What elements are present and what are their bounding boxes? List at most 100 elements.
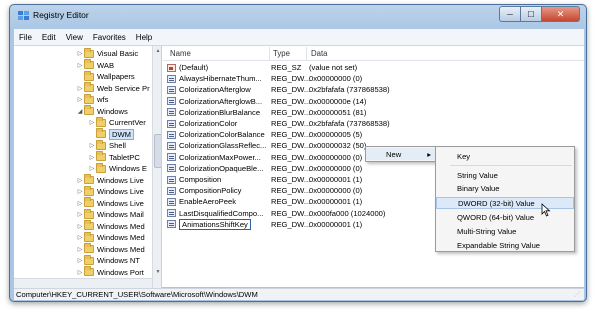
tree-item-label: DWM bbox=[109, 128, 134, 140]
folder-icon bbox=[84, 243, 94, 254]
tree-horizontal-scrollbar[interactable] bbox=[14, 278, 152, 288]
submenu-item[interactable]: Binary Value bbox=[436, 182, 574, 194]
rename-value-input[interactable]: AnimationsShiftKey bbox=[179, 218, 251, 230]
value-row[interactable]: ColorizationAfterglow REG_DW... 0x2bfafafa… bbox=[163, 84, 584, 95]
folder-icon bbox=[84, 185, 94, 196]
value-data-cell: 0x00000000 (0) bbox=[309, 186, 363, 196]
tree-item[interactable]: ▷ Windows Live bbox=[76, 197, 144, 210]
tree-item[interactable]: ▷ Windows Med bbox=[76, 231, 145, 244]
expander-icon[interactable]: ▷ bbox=[88, 119, 96, 126]
value-row[interactable]: (Default) REG_SZ (value not set) bbox=[163, 62, 584, 73]
expander-icon[interactable]: ▷ bbox=[76, 246, 84, 253]
expander-icon[interactable]: ▷ bbox=[76, 223, 84, 230]
value-name-cell: ColorizationColorBalance bbox=[167, 129, 267, 140]
expander-icon[interactable]: ▷ bbox=[76, 50, 84, 57]
tree-item-label: Windows Live bbox=[97, 198, 144, 208]
tree-item[interactable]: ▷ Windows E bbox=[88, 162, 147, 175]
tree-item[interactable]: ▷ WAB bbox=[76, 59, 114, 72]
expander-icon[interactable]: ▷ bbox=[76, 211, 84, 218]
submenu-item[interactable]: Expandable String Value bbox=[436, 239, 574, 251]
value-row[interactable]: ColorizationBlurBalance REG_DW... 0x000000… bbox=[163, 107, 584, 118]
menu-help[interactable]: Help bbox=[131, 33, 157, 42]
value-type-cell: REG_DW... bbox=[271, 141, 311, 151]
maximize-button[interactable]: ☐ bbox=[521, 6, 542, 22]
tree-item-label: CurrentVer bbox=[109, 118, 146, 128]
submenu-item[interactable]: Multi-String Value bbox=[436, 225, 574, 237]
scroll-thumb[interactable] bbox=[154, 134, 161, 168]
expander-icon[interactable]: ▷ bbox=[88, 165, 96, 172]
dword-value-icon bbox=[167, 164, 176, 173]
column-divider[interactable] bbox=[306, 47, 307, 60]
submenu-item[interactable]: QWORD (64-bit) Value bbox=[436, 211, 574, 223]
value-row[interactable]: ColorizationAfterglowB... REG_DW... 0x0000… bbox=[163, 96, 584, 107]
tree-item[interactable]: Wallpapers bbox=[76, 70, 135, 83]
value-name: ColorizationColorBalance bbox=[179, 130, 265, 140]
expander-icon[interactable]: ▷ bbox=[76, 257, 84, 264]
tree-item[interactable]: ▷ Shell bbox=[88, 139, 126, 152]
value-name-cell: ColorizationOpaqueBle... bbox=[167, 163, 267, 174]
menu-edit[interactable]: Edit bbox=[37, 33, 61, 42]
tree-item[interactable]: ▷ Windows Med bbox=[76, 243, 145, 256]
menu-file[interactable]: File bbox=[14, 33, 37, 42]
expander-icon[interactable]: ◢ bbox=[76, 108, 84, 115]
menu-item-new[interactable]: New ▸ bbox=[366, 148, 436, 160]
tree-item[interactable]: DWM bbox=[88, 128, 134, 141]
expander-icon[interactable]: ▷ bbox=[76, 62, 84, 69]
tree-item[interactable]: ▷ Web Service Pr bbox=[76, 82, 150, 95]
tree-item[interactable]: ▷ Visual Basic bbox=[76, 47, 138, 60]
value-name-cell: AlwaysHibernateThum... bbox=[167, 73, 267, 84]
minimize-button[interactable]: ─ bbox=[499, 6, 521, 22]
column-header-name[interactable]: Name bbox=[170, 49, 191, 58]
tree-vertical-scrollbar[interactable]: ▲ ▼ bbox=[152, 46, 161, 288]
column-header-data[interactable]: Data bbox=[311, 49, 327, 58]
tree-item[interactable]: ▷ Windows Port bbox=[76, 266, 144, 279]
tree-item[interactable]: ▷ TabletPC bbox=[88, 151, 140, 164]
string-value-icon bbox=[167, 63, 176, 72]
dword-value-icon bbox=[167, 141, 176, 150]
column-divider[interactable] bbox=[269, 47, 270, 60]
context-menu: New ▸ bbox=[365, 146, 437, 162]
tree-item-label: Windows Med bbox=[97, 221, 145, 231]
resize-grip-icon[interactable]: ⋰ bbox=[574, 291, 582, 299]
expander-icon[interactable]: ▷ bbox=[76, 200, 84, 207]
value-name-cell: ColorizationGlassReflec... bbox=[167, 140, 267, 151]
expander-icon[interactable]: ▷ bbox=[76, 188, 84, 195]
menu-favorites[interactable]: Favorites bbox=[88, 33, 131, 42]
tree-item[interactable]: ▷ Windows Live bbox=[76, 174, 144, 187]
value-data-cell: 0x00000001 (1) bbox=[309, 197, 363, 207]
registry-app-icon bbox=[18, 11, 29, 20]
value-name-cell: (Default) bbox=[167, 62, 267, 73]
tree-item-label: Windows Med bbox=[97, 233, 145, 243]
submenu-item-label: DWORD (32-bit) Value bbox=[458, 198, 535, 208]
tree-item[interactable]: ▷ Windows Mail bbox=[76, 208, 144, 221]
expander-icon[interactable]: ▷ bbox=[88, 154, 96, 161]
value-row[interactable]: ColorizationColor REG_DW... 0x2bfafafa (73… bbox=[163, 118, 584, 129]
tree-item[interactable]: ▷ Windows NT bbox=[76, 254, 140, 267]
tree-item-label: Wallpapers bbox=[97, 72, 135, 82]
tree-item[interactable]: ◢ Windows bbox=[76, 105, 128, 118]
expander-icon[interactable]: ▷ bbox=[76, 96, 84, 103]
value-row[interactable]: AlwaysHibernateThum... REG_DW... 0x0000000… bbox=[163, 73, 584, 84]
submenu-item[interactable]: DWORD (32-bit) Value bbox=[436, 197, 574, 209]
value-row[interactable]: ColorizationColorBalance REG_DW... 0x00000… bbox=[163, 129, 584, 140]
expander-icon[interactable]: ▷ bbox=[88, 142, 96, 149]
submenu-item[interactable]: Key bbox=[436, 150, 574, 162]
tree-item[interactable]: ▷ CurrentVer bbox=[88, 116, 146, 129]
close-button[interactable]: ✕ bbox=[542, 6, 580, 22]
submenu-item[interactable]: String Value bbox=[436, 169, 574, 181]
scroll-down-icon[interactable]: ▼ bbox=[154, 268, 161, 276]
menu-view[interactable]: View bbox=[61, 33, 88, 42]
tree-item-label: Windows Med bbox=[97, 244, 145, 254]
value-data-cell: 0x00000005 (5) bbox=[309, 130, 363, 140]
tree-item[interactable]: ▷ wfs bbox=[76, 93, 108, 106]
column-header-type[interactable]: Type bbox=[273, 49, 290, 58]
expander-icon[interactable]: ▷ bbox=[76, 234, 84, 241]
expander-icon[interactable]: ▷ bbox=[76, 269, 84, 276]
scroll-up-icon[interactable]: ▲ bbox=[154, 47, 161, 55]
value-type-cell: REG_DW... bbox=[271, 197, 311, 207]
tree-item[interactable]: ▷ Windows Med bbox=[76, 220, 145, 233]
title-bar[interactable]: Registry Editor ─ ☐ ✕ bbox=[10, 5, 586, 27]
expander-icon[interactable]: ▷ bbox=[76, 177, 84, 184]
tree-item[interactable]: ▷ Windows Live bbox=[76, 185, 144, 198]
expander-icon[interactable]: ▷ bbox=[76, 85, 84, 92]
